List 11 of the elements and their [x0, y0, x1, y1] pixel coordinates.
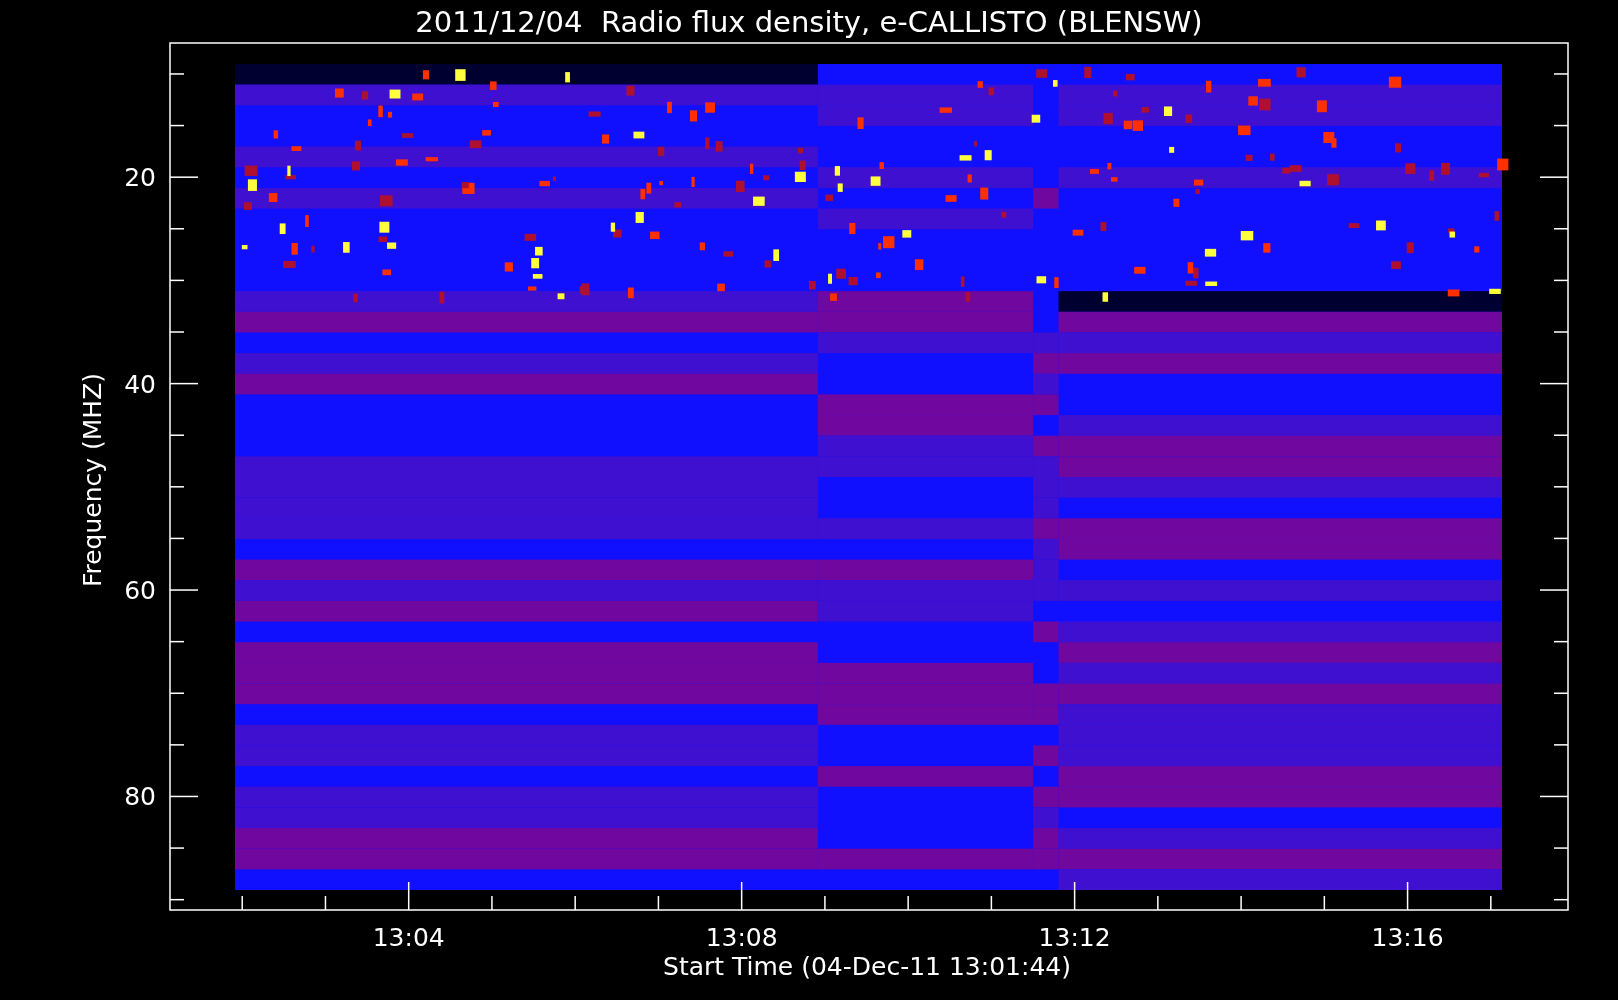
chart-title: 2011/12/04 Radio flux density, e-CALLISTO (BLENSW) [415, 5, 1203, 39]
x-tick-label: 13:08 [705, 923, 778, 952]
y-tick-label: 60 [124, 576, 156, 606]
x-tick-label: 13:04 [372, 923, 445, 952]
y-axis-title: Frequency (MHZ) [78, 372, 107, 588]
x-tick-label: 13:12 [1038, 923, 1111, 952]
x-axis-title: Start Time (04-Dec-11 13:01:44) [663, 952, 1071, 981]
y-tick-label: 40 [124, 369, 156, 399]
x-tick-label: 13:16 [1371, 923, 1444, 952]
y-tick-label: 20 [124, 163, 156, 193]
y-tick-label: 80 [124, 782, 156, 812]
